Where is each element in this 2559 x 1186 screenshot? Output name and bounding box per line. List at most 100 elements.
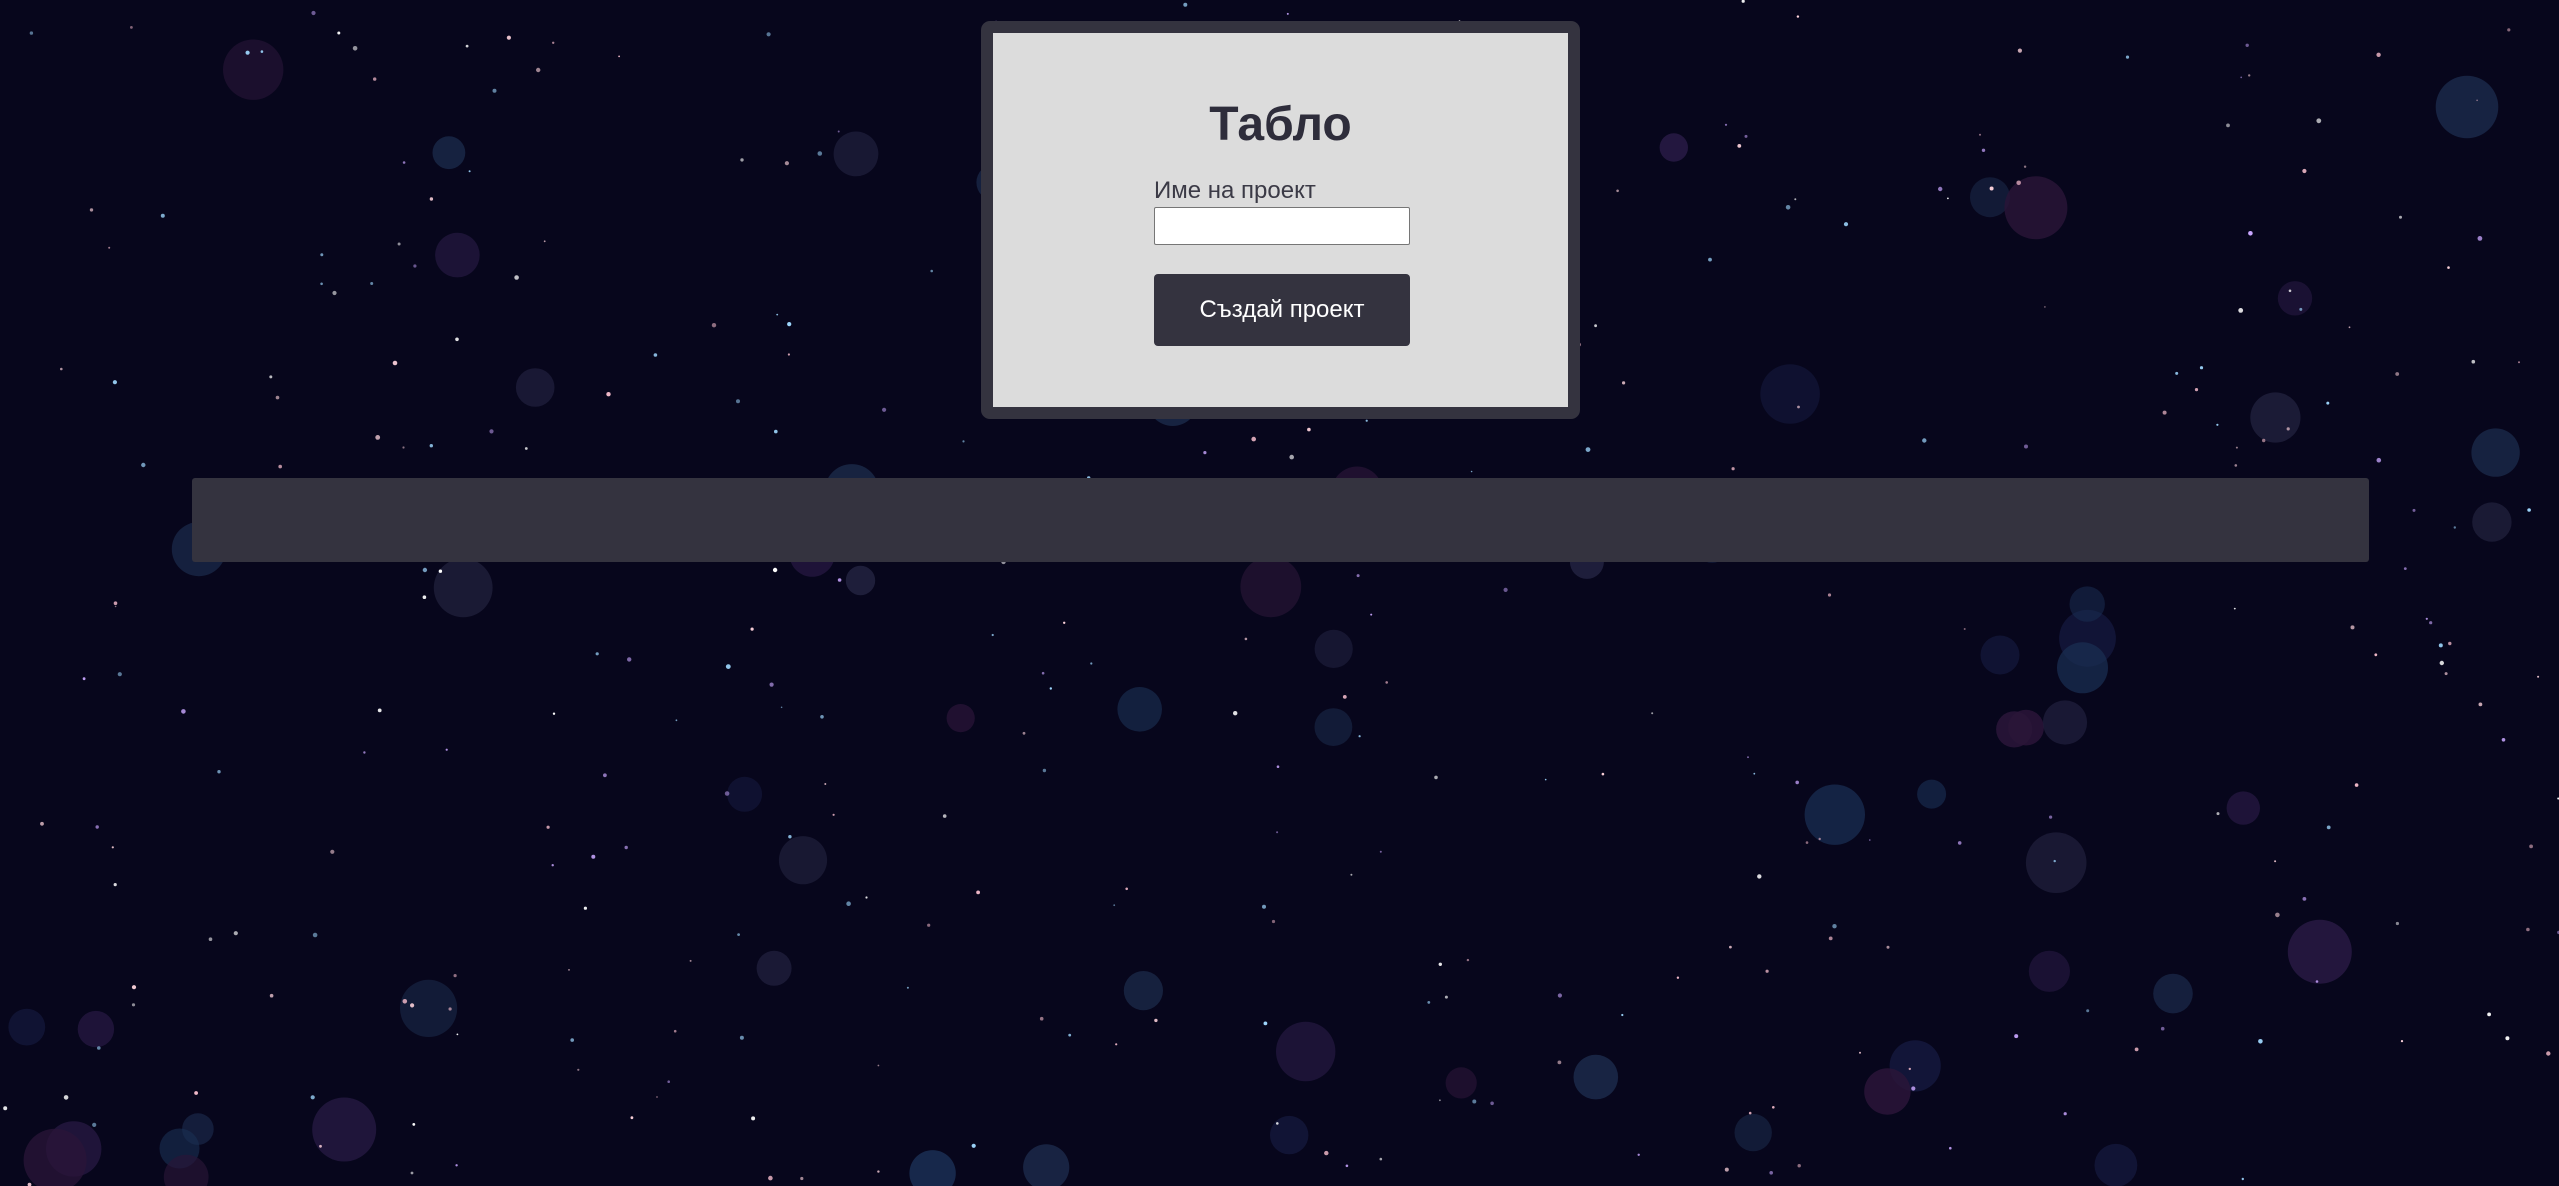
background-star — [1068, 1033, 1072, 1037]
background-star — [737, 933, 740, 936]
background-star — [820, 715, 824, 719]
background-star — [330, 849, 335, 854]
background-orb — [1864, 1068, 1911, 1115]
background-star — [370, 282, 374, 285]
background-orb — [312, 1097, 377, 1162]
background-star — [546, 825, 550, 829]
background-star — [2477, 236, 2483, 241]
background-star — [429, 197, 434, 201]
background-star — [141, 462, 146, 468]
background-orb — [2025, 832, 2087, 893]
background-star — [2024, 444, 2028, 449]
project-name-input[interactable] — [1154, 207, 1410, 245]
page-background: Табло Име на проект Създай проект — [0, 0, 2559, 1186]
background-star — [465, 44, 469, 48]
background-star — [976, 890, 980, 895]
background-orb — [2277, 281, 2313, 316]
background-star — [2412, 508, 2416, 512]
background-star — [2274, 860, 2277, 863]
background-star — [131, 985, 137, 990]
background-orb — [2226, 791, 2260, 825]
background-star — [492, 88, 497, 93]
background-star — [536, 67, 541, 73]
background-star — [111, 846, 114, 849]
background-star — [422, 567, 428, 573]
create-project-button[interactable]: Създай проект — [1154, 274, 1410, 346]
background-star — [739, 1035, 744, 1040]
background-star — [667, 1080, 670, 1083]
background-star — [320, 253, 324, 257]
background-star — [1370, 613, 1373, 616]
background-star — [2376, 457, 2382, 463]
background-orb — [1573, 1054, 1619, 1100]
background-star — [2302, 168, 2307, 174]
background-star — [1276, 1122, 1279, 1125]
background-star — [278, 464, 283, 469]
background-star — [2400, 1040, 2404, 1043]
background-star — [1957, 841, 1962, 845]
background-star — [882, 407, 887, 412]
background-star — [2501, 738, 2506, 742]
background-star — [595, 652, 599, 656]
background-star — [2053, 859, 2056, 863]
background-star — [2448, 641, 2452, 646]
background-star — [2546, 1051, 2551, 1056]
background-star — [402, 999, 408, 1004]
background-star — [1708, 257, 1712, 262]
background-star — [112, 380, 117, 385]
background-star — [2245, 43, 2249, 47]
background-star — [2240, 76, 2243, 79]
background-orb — [727, 776, 763, 812]
background-orb — [432, 136, 466, 170]
background-star — [877, 1170, 880, 1173]
background-star — [1938, 186, 1943, 192]
background-star — [275, 395, 280, 400]
background-star — [194, 1091, 199, 1095]
background-star — [689, 959, 692, 962]
background-star — [1886, 945, 1890, 949]
background-star — [2233, 607, 2236, 610]
background-star — [438, 569, 443, 573]
background-star — [1125, 887, 1128, 891]
background-star — [2374, 653, 2378, 657]
background-star — [2315, 980, 2319, 983]
background-star — [2238, 308, 2244, 313]
background-star — [2063, 1112, 2067, 1116]
background-star — [768, 1175, 773, 1181]
background-star — [865, 896, 868, 899]
background-star — [653, 353, 658, 357]
background-star — [570, 1038, 574, 1042]
background-orb — [515, 368, 555, 407]
background-star — [40, 821, 44, 826]
background-star — [337, 31, 341, 35]
background-star — [769, 682, 774, 687]
background-star — [1741, 0, 1745, 3]
background-star — [402, 161, 406, 164]
background-star — [543, 240, 546, 243]
background-star — [2376, 52, 2381, 57]
background-star — [2507, 28, 2511, 32]
background-star — [1922, 438, 1927, 443]
background-star — [1828, 936, 1833, 941]
background-orb — [1276, 1021, 1336, 1082]
background-star — [363, 751, 366, 754]
background-star — [2258, 1039, 2263, 1044]
background-star — [583, 906, 588, 910]
background-star — [942, 814, 947, 818]
background-star — [603, 773, 607, 778]
background-star — [269, 375, 273, 379]
background-orb — [1270, 1115, 1309, 1155]
background-star — [445, 748, 448, 751]
background-star — [787, 322, 792, 327]
background-star — [2395, 372, 2400, 376]
background-star — [817, 151, 823, 156]
background-star — [2234, 464, 2238, 467]
background-star — [1747, 756, 1749, 759]
background-star — [455, 337, 459, 342]
background-star — [1544, 778, 1547, 781]
background-star — [2476, 99, 2478, 102]
background-orb — [833, 131, 879, 177]
background-star — [906, 986, 909, 989]
background-orb — [1240, 556, 1302, 618]
dashboard-panel-body: Табло Име на проект Създай проект — [993, 33, 1568, 407]
